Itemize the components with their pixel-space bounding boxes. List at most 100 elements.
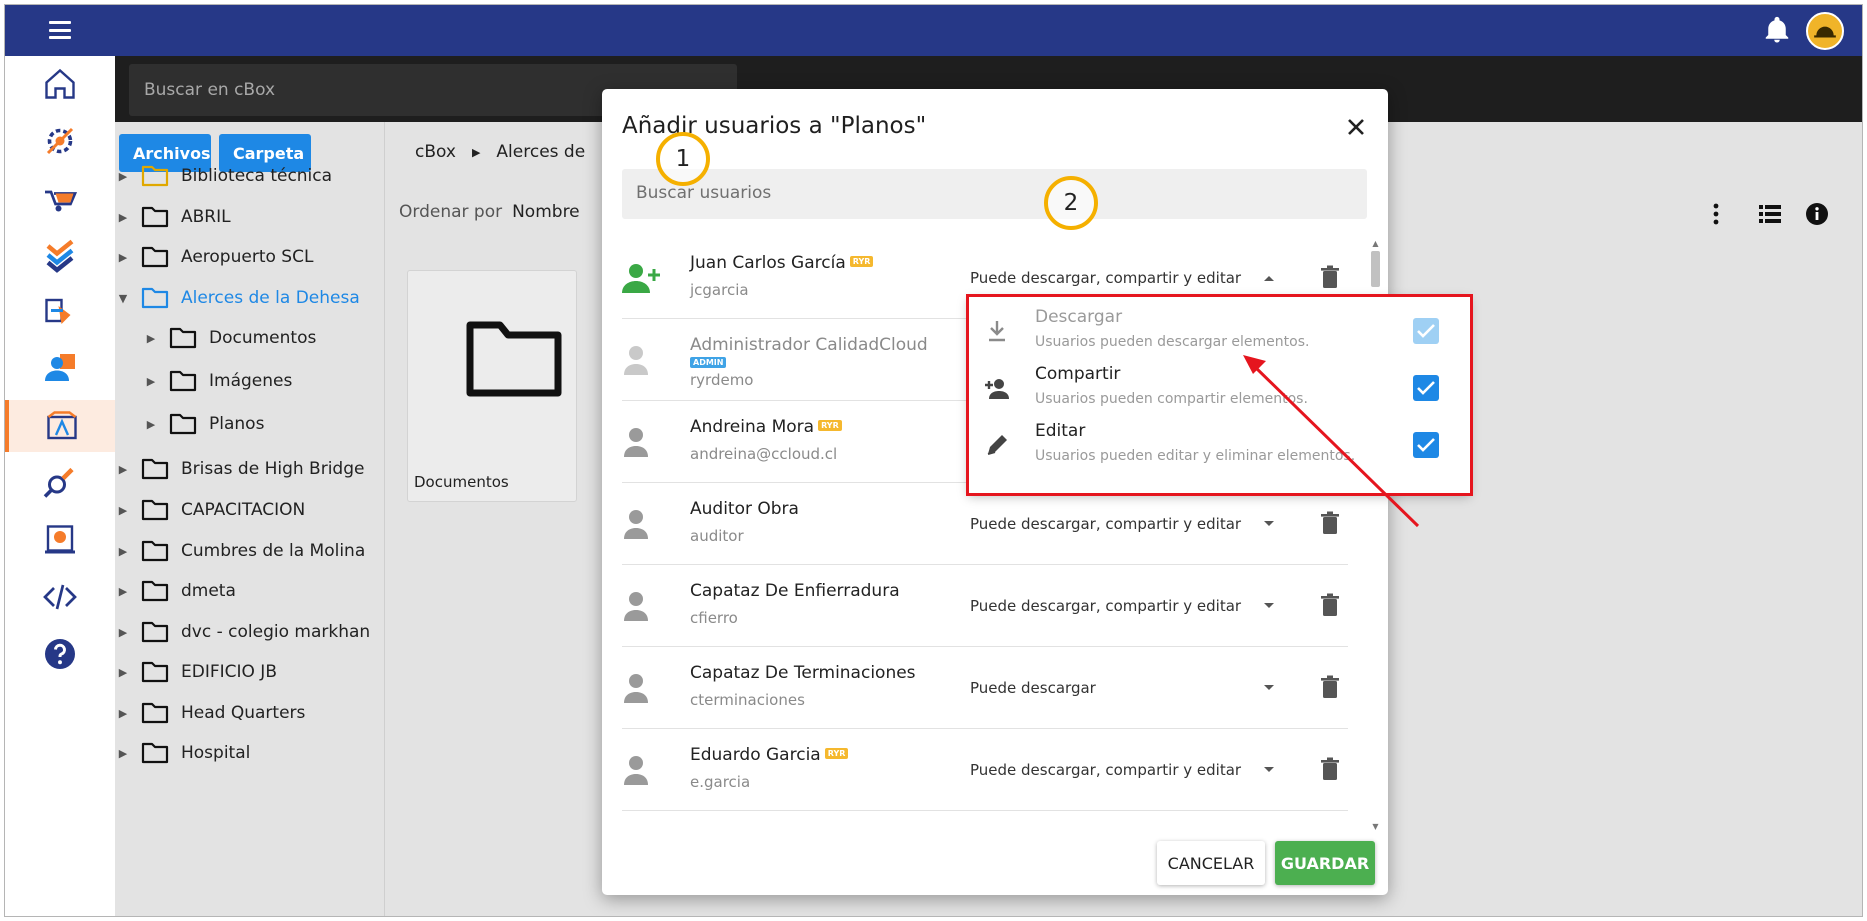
caret-down-icon[interactable]: ▼ xyxy=(115,292,131,305)
rail-wheelbarrow[interactable] xyxy=(5,172,115,224)
cbox-icon xyxy=(47,411,77,440)
caret-right-icon[interactable]: ▶ xyxy=(115,585,131,598)
trash-icon[interactable] xyxy=(1320,593,1340,617)
sort-control[interactable]: Ordenar por Nombre xyxy=(399,202,580,222)
tree-item-label: Brisas de High Bridge xyxy=(181,459,365,479)
rail-help[interactable] xyxy=(5,628,115,680)
settings-gear-icon xyxy=(46,127,74,155)
caret-right-icon[interactable]: ▶ xyxy=(115,707,131,720)
caret-right-icon[interactable]: ▶ xyxy=(115,545,131,558)
trash-icon[interactable] xyxy=(1320,757,1340,781)
tree-item[interactable]: ▶ dmeta xyxy=(115,569,236,613)
tree-item[interactable]: ▶ Biblioteca técnica xyxy=(115,154,332,198)
user-name-text: Juan Carlos García xyxy=(690,253,846,273)
user-name: Capataz De Enfierradura xyxy=(690,581,900,601)
caret-right-icon[interactable]: ▶ xyxy=(115,211,131,224)
breadcrumb-current[interactable]: Alerces de xyxy=(496,142,585,162)
folder-icon xyxy=(141,661,169,683)
user-search-input[interactable]: Buscar usuarios xyxy=(622,169,1367,219)
permission-select[interactable]: Puede descargar xyxy=(970,679,1096,697)
info-icon[interactable] xyxy=(1803,200,1831,228)
tree-item[interactable]: ▶ Head Quarters xyxy=(115,691,305,735)
caret-down-icon[interactable] xyxy=(1262,763,1276,777)
folder-icon xyxy=(141,287,169,309)
inspection-icon xyxy=(43,467,74,498)
rail-cbox[interactable] xyxy=(5,400,115,452)
tree-item[interactable]: ▶ Documentos xyxy=(143,316,316,360)
caret-down-icon[interactable] xyxy=(1262,517,1276,531)
trash-icon[interactable] xyxy=(1320,675,1340,699)
breadcrumb-root[interactable]: cBox xyxy=(415,142,456,162)
tree-item-label: Hospital xyxy=(181,743,251,763)
folder-large-icon xyxy=(466,321,562,397)
caret-right-icon[interactable]: ▶ xyxy=(115,747,131,760)
caret-right-icon[interactable]: ▶ xyxy=(143,375,159,388)
caret-right-icon[interactable]: ▶ xyxy=(115,463,131,476)
user-name-text: Auditor Obra xyxy=(690,499,799,519)
caret-up-icon[interactable] xyxy=(1262,271,1276,285)
user-login: e.garcia xyxy=(690,773,751,791)
rail-budget[interactable] xyxy=(5,514,115,566)
caret-down-icon[interactable] xyxy=(1262,681,1276,695)
transfer-icon xyxy=(45,298,71,324)
permission-select[interactable]: Puede descargar, compartir y editar xyxy=(970,269,1241,287)
tree-item[interactable]: ▶ Brisas de High Bridge xyxy=(115,447,364,491)
app-window: Buscar en cBox Archivos Carpeta ▶ Bibliot… xyxy=(4,4,1863,917)
tree-item[interactable]: ▶ Imágenes xyxy=(143,359,292,403)
user-search-placeholder: Buscar usuarios xyxy=(636,183,772,203)
scroll-down-icon[interactable]: ▼ xyxy=(1371,822,1380,831)
caret-right-icon[interactable]: ▶ xyxy=(143,418,159,431)
caret-right-icon[interactable]: ▶ xyxy=(115,666,131,679)
scroll-thumb[interactable] xyxy=(1371,251,1380,287)
rail-settings[interactable] xyxy=(5,115,115,167)
tree-item[interactable]: ▶ CAPACITACION xyxy=(115,488,305,532)
rail-people[interactable] xyxy=(5,343,115,395)
more-vert-icon[interactable] xyxy=(1702,200,1730,228)
hamburger-icon[interactable] xyxy=(49,21,71,39)
user-name-text: Eduardo Garcia xyxy=(690,745,821,765)
tree-item[interactable]: ▶ ABRIL xyxy=(115,195,231,239)
person-icon xyxy=(624,346,648,375)
trash-icon[interactable] xyxy=(1320,265,1340,289)
rail-inspection[interactable] xyxy=(5,457,115,509)
trash-icon[interactable] xyxy=(1320,511,1340,535)
caret-right-icon[interactable]: ▶ xyxy=(143,332,159,345)
cancel-button[interactable]: CANCELAR xyxy=(1157,841,1265,885)
tree-item-label: dmeta xyxy=(181,581,236,601)
tree-item[interactable]: ▶ EDIFICIO JB xyxy=(115,650,277,694)
user-name: Eduardo Garcia RYR xyxy=(690,745,849,765)
folder-icon xyxy=(141,499,169,521)
list-view-icon[interactable] xyxy=(1756,200,1784,228)
user-row: Capataz De Terminaciones cterminaciones Pu… xyxy=(622,647,1348,729)
caret-down-icon[interactable] xyxy=(1262,599,1276,613)
save-button[interactable]: GUARDAR xyxy=(1275,841,1375,885)
rail-transfer[interactable] xyxy=(5,286,115,338)
folder-icon xyxy=(141,206,169,228)
company-logo[interactable] xyxy=(1806,12,1844,50)
folder-card[interactable]: Documentos xyxy=(407,270,577,502)
scroll-up-icon[interactable]: ▲ xyxy=(1371,239,1380,248)
tree-item[interactable]: ▶ Planos xyxy=(143,402,264,446)
tree-item[interactable]: ▶ Hospital xyxy=(115,731,250,775)
caret-right-icon[interactable]: ▶ xyxy=(115,504,131,517)
tree-item[interactable]: ▼ Alerces de la Dehesa xyxy=(115,276,360,320)
tree-item[interactable]: ▶ Aeropuerto SCL xyxy=(115,235,313,279)
top-bar xyxy=(5,5,1862,56)
rail-home[interactable] xyxy=(5,58,115,110)
rail-checklist[interactable] xyxy=(5,229,115,281)
close-icon[interactable] xyxy=(1344,115,1368,139)
permission-select[interactable]: Puede descargar, compartir y editar xyxy=(970,515,1241,533)
role-badge: RYR xyxy=(849,256,874,267)
caret-right-icon[interactable]: ▶ xyxy=(115,626,131,639)
permission-select[interactable]: Puede descargar, compartir y editar xyxy=(970,761,1241,779)
icon-rail xyxy=(5,56,115,916)
person-icon xyxy=(624,592,648,621)
permission-select[interactable]: Puede descargar, compartir y editar xyxy=(970,597,1241,615)
person-icon xyxy=(624,674,648,703)
caret-right-icon[interactable]: ▶ xyxy=(115,170,131,183)
rail-code[interactable] xyxy=(5,571,115,623)
tree-item[interactable]: ▶ Cumbres de la Molina xyxy=(115,529,365,573)
bell-icon[interactable] xyxy=(1762,15,1792,45)
caret-right-icon[interactable]: ▶ xyxy=(115,251,131,264)
tree-item[interactable]: ▶ dvc - colegio markhan xyxy=(115,610,370,654)
